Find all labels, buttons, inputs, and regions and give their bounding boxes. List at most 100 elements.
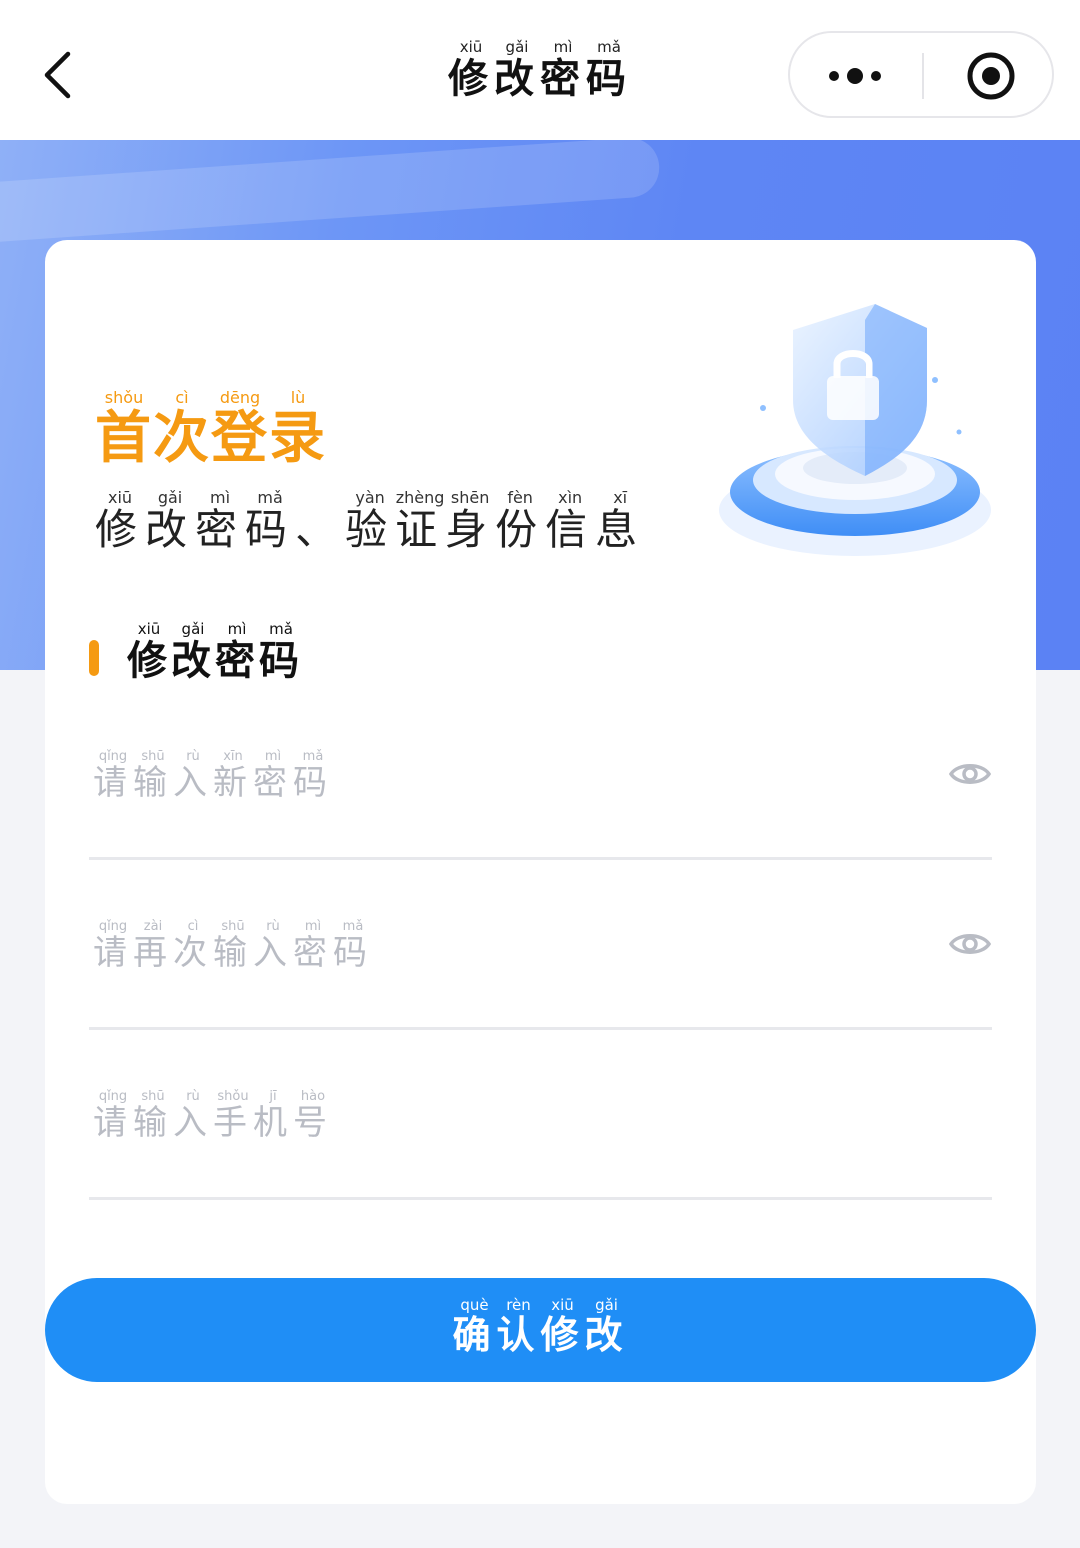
pinyin-annotation: mǎ — [586, 38, 632, 56]
ruby-char: 密mì — [215, 620, 259, 684]
ruby-char: 请qǐng — [93, 749, 133, 803]
ruby-char: 码mǎ — [586, 38, 632, 102]
ruby-char: 验yàn — [345, 488, 396, 554]
ruby-char: 认rèn — [496, 1296, 541, 1357]
ruby-char: 输shū — [213, 919, 253, 973]
pinyin-annotation: gǎi — [494, 38, 540, 56]
ruby-char: 确què — [452, 1296, 497, 1357]
pinyin-annotation: què — [452, 1296, 497, 1314]
pinyin-annotation: xiū — [540, 1296, 585, 1314]
confirm-change-button[interactable]: 确què认rèn修xiū改gǎi — [45, 1278, 1036, 1382]
ruby-char: 请qǐng — [93, 919, 133, 973]
pinyin-annotation: rù — [173, 749, 213, 764]
form-card: 首shǒu次cì登dēng录lù 修xiū改gǎi密mì码mǎ、验yàn证zhè… — [45, 240, 1036, 1504]
section-accent-bar — [89, 640, 99, 676]
eye-icon[interactable] — [948, 922, 992, 966]
ruby-char: 次cì — [153, 388, 211, 471]
pinyin-annotation: xī — [595, 488, 646, 507]
phone-number-field: 请qǐng输shū入rù手shǒu机jī号hào — [89, 1030, 992, 1200]
pinyin-annotation: mì — [540, 38, 586, 56]
ruby-char: 修xiū — [127, 620, 171, 684]
ruby-char: 、 — [295, 505, 346, 554]
ruby-char: 码mǎ — [293, 749, 333, 803]
pinyin-annotation: rù — [173, 1089, 213, 1104]
pinyin-annotation: shēn — [445, 488, 496, 507]
mini-program-capsule — [788, 31, 1054, 118]
ruby-char: 信xìn — [545, 488, 596, 554]
pinyin-annotation: mǎ — [333, 919, 373, 934]
confirm-password-field: 请qǐng再zài次cì输shū入rù密mì码mǎ — [89, 860, 992, 1030]
ruby-char: 密mì — [195, 488, 246, 554]
ruby-char: 入rù — [253, 919, 293, 973]
more-button[interactable] — [790, 33, 922, 116]
ruby-char: 次cì — [173, 919, 213, 973]
ruby-char: 录lù — [269, 388, 327, 471]
ruby-char: 入rù — [173, 1089, 213, 1143]
ruby-char: 改gǎi — [494, 38, 540, 102]
pinyin-annotation: zhèng — [395, 488, 446, 507]
ruby-char: 首shǒu — [95, 388, 153, 471]
confirm-password-input[interactable]: 请qǐng再zài次cì输shū入rù密mì码mǎ — [93, 919, 373, 974]
first-login-headline: 首shǒu次cì登dēng录lù — [95, 388, 327, 474]
ruby-char: 登dēng — [211, 388, 269, 471]
ruby-char: 改gǎi — [171, 620, 215, 684]
pinyin-annotation: mì — [215, 620, 259, 638]
phone-number-input[interactable]: 请qǐng输shū入rù手shǒu机jī号hào — [93, 1089, 333, 1144]
pinyin-annotation: mǎ — [293, 749, 333, 764]
ruby-char: 修xiū — [95, 488, 146, 554]
pinyin-annotation: jī — [253, 1089, 293, 1104]
ruby-char: 码mǎ — [259, 620, 303, 684]
pinyin-annotation: cì — [153, 388, 211, 407]
pinyin-annotation: xiū — [95, 488, 145, 507]
pinyin-annotation: shǒu — [213, 1089, 253, 1104]
ruby-char: 息xī — [595, 488, 646, 554]
pinyin-annotation: dēng — [211, 388, 269, 407]
pinyin-annotation: qǐng — [93, 749, 133, 764]
pinyin-annotation: mì — [253, 749, 293, 764]
pinyin-annotation: xiū — [448, 38, 494, 56]
pinyin-annotation: shū — [133, 749, 173, 764]
ruby-char: 再zài — [133, 919, 173, 973]
confirm-change-label: 确què认rèn修xiū改gǎi — [452, 1296, 629, 1359]
pinyin-annotation: rèn — [496, 1296, 541, 1314]
pinyin-annotation: cì — [173, 919, 213, 934]
pinyin-annotation: mì — [195, 488, 246, 507]
close-button[interactable] — [924, 33, 1054, 116]
ruby-char: 新xīn — [213, 749, 253, 803]
eye-icon[interactable] — [948, 752, 992, 796]
pinyin-annotation: mì — [293, 919, 333, 934]
ruby-char: 身shēn — [445, 488, 496, 554]
pinyin-annotation: rù — [253, 919, 293, 934]
ruby-char: 密mì — [293, 919, 333, 973]
ruby-char: 手shǒu — [213, 1089, 253, 1143]
ruby-char: 码mǎ — [333, 919, 373, 973]
pinyin-annotation: xiū — [127, 620, 171, 638]
ruby-char: 码mǎ — [245, 488, 296, 554]
ruby-char: 密mì — [253, 749, 293, 803]
pinyin-annotation: xìn — [545, 488, 596, 507]
more-dots-icon — [829, 68, 881, 84]
pinyin-annotation: fèn — [495, 488, 546, 507]
ruby-char: 改gǎi — [145, 488, 196, 554]
ruby-char: 机jī — [253, 1089, 293, 1143]
section-title: 修xiū改gǎi密mì码mǎ — [127, 620, 303, 686]
ruby-char: 请qǐng — [93, 1089, 133, 1143]
ruby-char: 密mì — [540, 38, 586, 102]
pinyin-annotation: qǐng — [93, 1089, 133, 1104]
banner-highlight — [0, 140, 662, 245]
new-password-field: 请qǐng输shū入rù新xīn密mì码mǎ — [89, 690, 992, 860]
ruby-char: 份fèn — [495, 488, 546, 554]
ruby-char: 号hào — [293, 1089, 333, 1143]
ruby-char: 输shū — [133, 1089, 173, 1143]
pinyin-annotation: qǐng — [93, 919, 133, 934]
pinyin-annotation: gǎi — [171, 620, 215, 638]
pinyin-annotation: mǎ — [245, 488, 296, 507]
pinyin-annotation: gǎi — [145, 488, 196, 507]
pinyin-annotation: shǒu — [95, 388, 153, 407]
new-password-input[interactable]: 请qǐng输shū入rù新xīn密mì码mǎ — [93, 749, 333, 804]
ruby-char: 证zhèng — [395, 488, 446, 554]
instruction-subheadline: 修xiū改gǎi密mì码mǎ、验yàn证zhèng身shēn份fèn信xìn息x… — [95, 488, 646, 557]
pinyin-annotation: shū — [133, 1089, 173, 1104]
pinyin-annotation: lù — [269, 388, 327, 407]
ruby-char: 改gǎi — [584, 1296, 629, 1357]
